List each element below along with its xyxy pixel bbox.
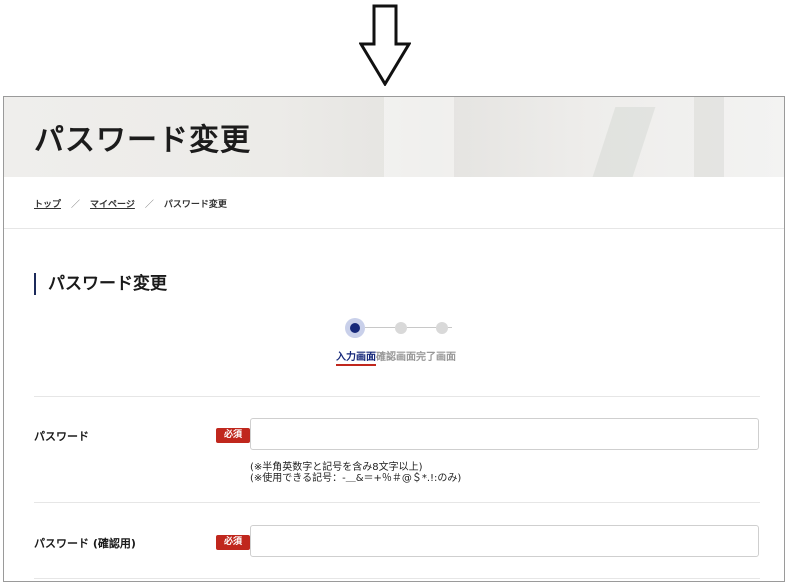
- step-label-complete: 完了画面: [416, 352, 456, 363]
- breadcrumb-separator: ／: [71, 200, 81, 210]
- form-divider: [34, 578, 760, 579]
- breadcrumb-separator: ／: [144, 200, 154, 210]
- password-input[interactable]: [250, 418, 759, 450]
- hero-banner: パスワード変更: [4, 97, 784, 177]
- section-title: パスワード変更: [34, 273, 167, 295]
- step-label-input: 入力画面: [336, 348, 376, 366]
- form-divider: [34, 502, 760, 503]
- step-dot-complete: [436, 322, 448, 334]
- password-hint-length: (※半角英数字と記号を含み8文字以上): [250, 462, 423, 473]
- progress-stepper: [342, 318, 452, 338]
- page-frame: パスワード変更 トップ ／ マイページ ／ パスワード変更 パスワード変更 入力…: [3, 96, 785, 582]
- down-arrow-icon: [359, 4, 411, 86]
- stepper-connector: [407, 327, 436, 328]
- stepper-connector: [365, 327, 395, 328]
- password-confirm-label: パスワード (確認用): [34, 537, 136, 550]
- divider: [4, 228, 784, 229]
- step-dot-confirm: [395, 322, 407, 334]
- hero-background-shape: [592, 107, 656, 177]
- page-title: パスワード変更: [34, 123, 251, 158]
- hero-background-shape: [694, 97, 724, 177]
- step-dot-input-active: [345, 318, 365, 338]
- password-label: パスワード: [34, 430, 89, 443]
- hero-background-shape: [384, 97, 454, 177]
- breadcrumb-link-top[interactable]: トップ: [34, 197, 61, 210]
- form-divider: [34, 396, 760, 397]
- breadcrumb-link-mypage[interactable]: マイページ: [90, 197, 135, 210]
- required-badge: 必須: [216, 535, 250, 550]
- breadcrumb-current: パスワード変更: [163, 200, 227, 210]
- stepper-connector: [448, 327, 452, 328]
- step-label-confirm: 確認画面: [376, 352, 416, 363]
- password-confirm-input[interactable]: [250, 525, 759, 557]
- password-hint-symbols: (※使用できる記号：-＿&＝+％＃@＄*.!:のみ): [250, 473, 462, 484]
- required-badge: 必須: [216, 428, 250, 443]
- breadcrumb: トップ ／ マイページ ／ パスワード変更: [34, 197, 227, 210]
- stepper-labels: 入力画面 確認画面 完了画面: [336, 348, 456, 366]
